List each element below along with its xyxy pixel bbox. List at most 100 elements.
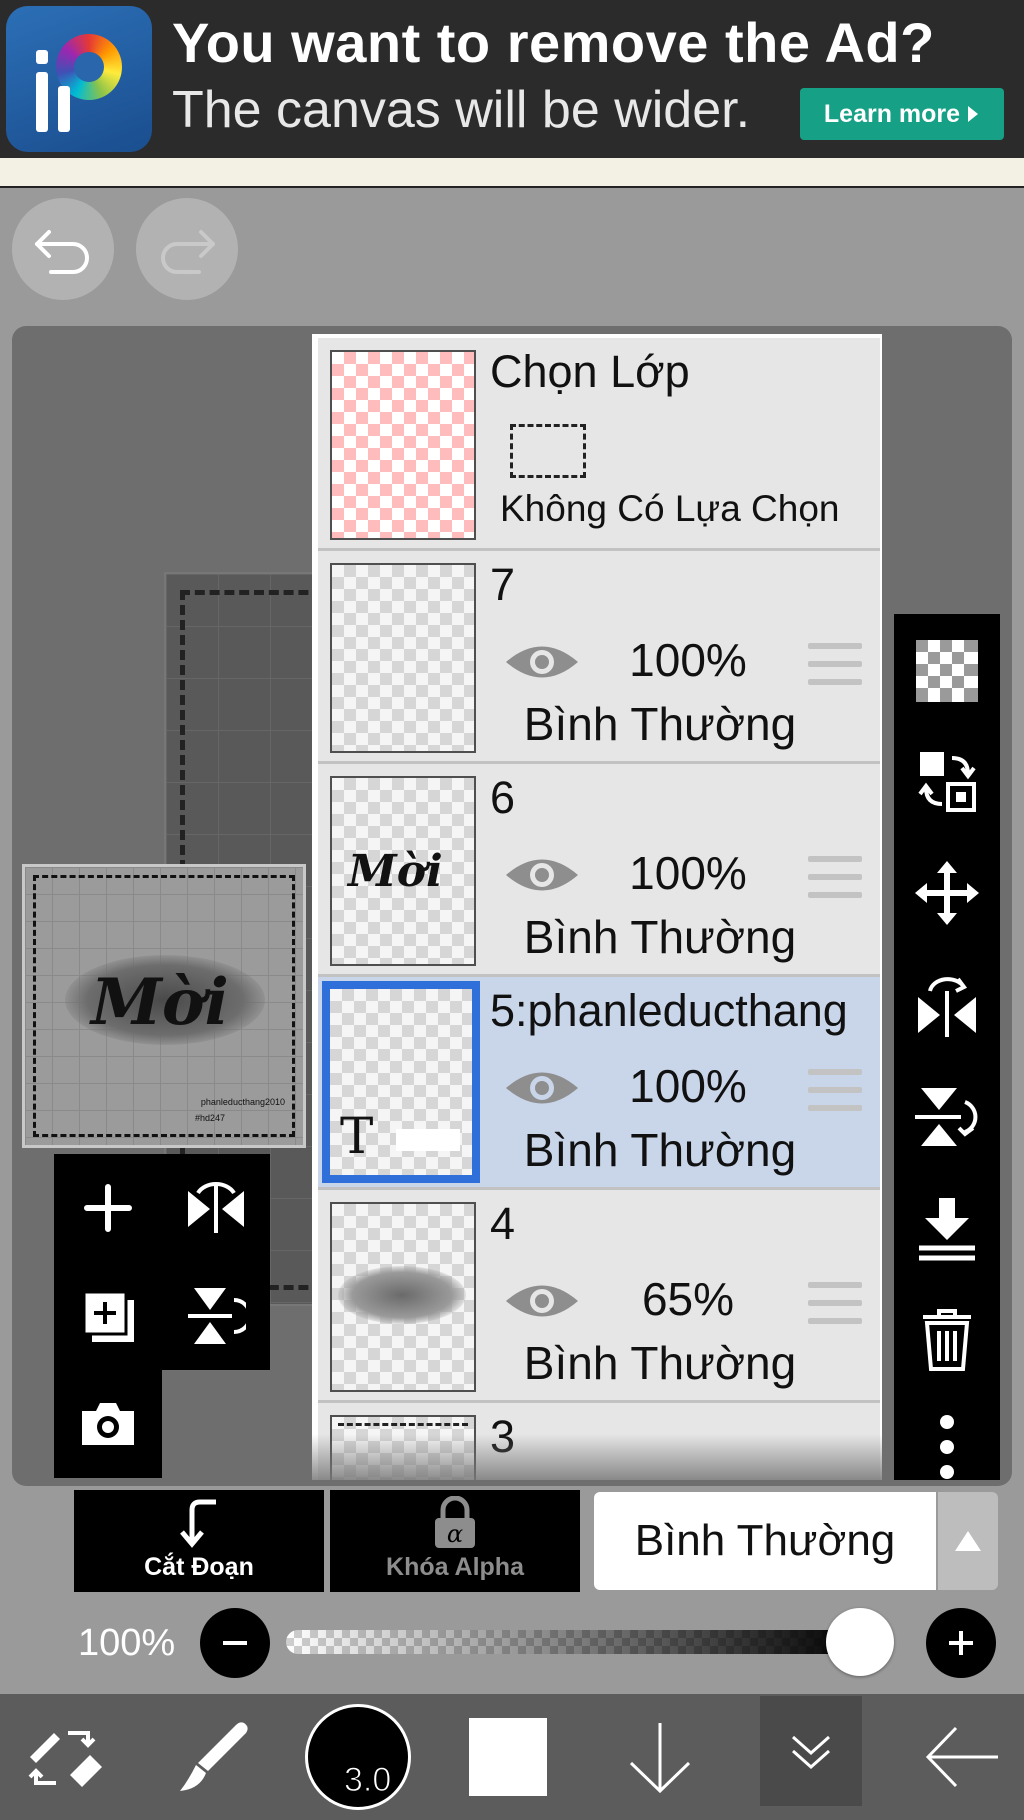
layer-opacity: 100%	[629, 634, 747, 686]
opacity-slider[interactable]	[286, 1630, 860, 1654]
scroll-down-button[interactable]	[610, 1694, 710, 1820]
minus-icon	[223, 1641, 247, 1645]
layer-blend-mode: Bình Thường	[523, 1124, 797, 1176]
flip-vertical-icon	[188, 1288, 246, 1344]
brush-size-value: 3.0	[343, 1761, 392, 1800]
move-button[interactable]	[894, 840, 1000, 946]
flip-horizontal-icon	[188, 1182, 244, 1233]
layer-actions-toolbar	[894, 614, 1000, 1480]
selection-layer-title: Chọn Lớp	[490, 346, 690, 397]
collapse-panel-button[interactable]	[760, 1696, 862, 1806]
blend-mode-select[interactable]: Bình Thường	[594, 1492, 936, 1590]
learn-more-button[interactable]: Learn more	[800, 88, 1004, 140]
flip-vertical-button[interactable]	[162, 1262, 270, 1370]
more-vertical-icon	[940, 1415, 954, 1479]
preview-art-text: Mời	[91, 965, 229, 1040]
layer-row-selected[interactable]: T 5:phanleducthang 100% Bình Thường	[318, 977, 880, 1190]
selection-status: Không Có Lựa Chọn	[500, 488, 840, 529]
checker-icon	[916, 640, 978, 702]
visibility-eye-icon[interactable]	[504, 639, 580, 685]
plus-icon	[84, 1184, 132, 1232]
duplicate-layer-button[interactable]	[54, 1262, 162, 1370]
brush-tool-button[interactable]	[150, 1694, 278, 1820]
drag-handle-icon[interactable]	[808, 1282, 862, 1336]
brush-size-button[interactable]: 3.0	[300, 1694, 416, 1820]
swap-icon	[918, 752, 976, 812]
drag-handle-icon[interactable]	[808, 856, 862, 910]
layer-opacity: 65%	[641, 1273, 735, 1325]
triangle-up-icon	[955, 1531, 981, 1551]
clipping-button[interactable]: Cắt Đoạn	[74, 1490, 324, 1592]
new-transparent-layer-button[interactable]	[894, 618, 1000, 724]
layer-name: 7	[490, 559, 516, 610]
layer-row[interactable]: 4 65% Bình Thường	[318, 1190, 880, 1403]
alpha-lock-button[interactable]: α Khóa Alpha	[330, 1490, 580, 1592]
current-color-swatch	[469, 1718, 547, 1796]
lock-alpha-icon: α	[435, 1496, 475, 1548]
selection-layer-row[interactable]: Chọn Lớp Không Có Lựa Chọn	[318, 338, 880, 551]
layer-name: 5:phanleducthang	[490, 985, 848, 1036]
ad-subtitle: The canvas will be wider.	[172, 81, 751, 139]
redo-button[interactable]	[136, 198, 238, 300]
flip-horizontal-icon	[918, 977, 976, 1037]
opacity-label: 100%	[78, 1622, 176, 1664]
layer-thumbnail: Mời	[330, 776, 476, 966]
swap-layer-button[interactable]	[894, 728, 1000, 834]
camera-icon	[82, 1403, 134, 1445]
duplicate-layer-icon	[82, 1290, 134, 1342]
flip-horizontal-layer-button[interactable]	[894, 952, 1000, 1058]
ad-divider	[0, 158, 1024, 188]
color-picker-button[interactable]	[450, 1694, 566, 1820]
layer-row[interactable]: Mời 6 100% Bình Thường	[318, 764, 880, 977]
alpha-lock-label: Khóa Alpha	[386, 1553, 524, 1581]
flip-horizontal-button[interactable]	[162, 1154, 270, 1262]
layer-row[interactable]: 7 100% Bình Thường	[318, 551, 880, 764]
opacity-decrease-button[interactable]	[200, 1608, 270, 1678]
merge-down-button[interactable]	[894, 1176, 1000, 1282]
move-icon	[915, 861, 979, 925]
undo-icon	[35, 230, 89, 274]
visibility-eye-icon[interactable]	[504, 1278, 580, 1324]
preview-tag: #hd247	[195, 1113, 226, 1123]
navigator-preview[interactable]: Mời phanleducthang2010 #hd247	[22, 864, 306, 1148]
arrow-down-icon	[629, 1723, 691, 1794]
blend-mode-dropdown-button[interactable]	[938, 1492, 998, 1590]
double-chevron-down-icon	[792, 1735, 830, 1770]
clipping-label: Cắt Đoạn	[144, 1553, 254, 1581]
visibility-eye-icon[interactable]	[504, 1065, 580, 1111]
layer-blend-mode: Bình Thường	[523, 911, 797, 963]
ibispaint-logo	[6, 6, 152, 152]
layer-name: 4	[490, 1198, 516, 1249]
layer-thumbnail: T	[322, 981, 480, 1183]
back-button[interactable]	[900, 1694, 1024, 1820]
text-layer-icon: T	[340, 1107, 374, 1165]
ad-banner[interactable]: You want to remove the Ad? The canvas wi…	[0, 0, 1024, 158]
layer-thumbnail	[330, 1202, 476, 1392]
undo-button[interactable]	[12, 198, 114, 300]
ad-title: You want to remove the Ad?	[172, 11, 935, 74]
selection-marquee-icon	[510, 424, 586, 478]
visibility-eye-icon[interactable]	[504, 852, 580, 898]
layer-thumbnail	[330, 563, 476, 753]
pen-eraser-switch-icon	[28, 1731, 102, 1787]
delete-layer-button[interactable]	[894, 1286, 1000, 1392]
drag-handle-icon[interactable]	[808, 1069, 862, 1123]
play-arrow-icon	[968, 106, 979, 122]
camera-button[interactable]	[54, 1370, 162, 1478]
svg-text:α: α	[447, 1520, 463, 1548]
opacity-slider-knob[interactable]	[826, 1608, 894, 1676]
flip-vertical-layer-button[interactable]	[894, 1064, 1000, 1170]
drag-handle-icon[interactable]	[808, 643, 862, 697]
opacity-increase-button[interactable]	[926, 1608, 996, 1678]
flip-vertical-icon	[915, 1088, 978, 1146]
add-layer-button[interactable]	[54, 1154, 162, 1262]
thumb-credit-preview	[396, 1129, 460, 1151]
cloud-texture	[338, 1266, 466, 1324]
selection-thumbnail	[330, 350, 476, 540]
tool-switch-button[interactable]	[0, 1694, 128, 1820]
brush-icon	[180, 1722, 248, 1791]
scroll-fade	[312, 1434, 882, 1480]
thumb-dash	[338, 1423, 468, 1426]
more-options-button[interactable]	[894, 1394, 1000, 1500]
layer-opacity: 100%	[629, 847, 747, 899]
